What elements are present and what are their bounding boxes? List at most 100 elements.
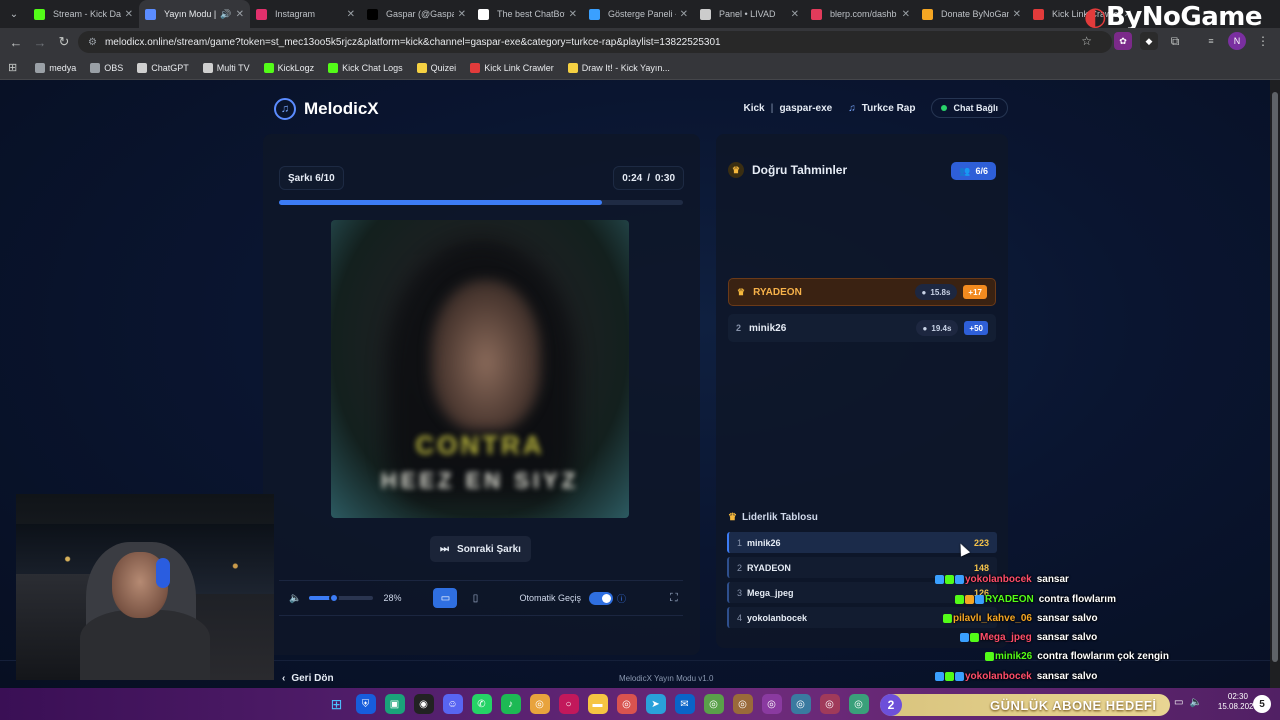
bookmark-item[interactable]: ChatGPT	[137, 62, 189, 73]
tab-list: Stream - Kick Das✕Yayın Modu | Me🔊✕Insta…	[28, 0, 1138, 28]
tab-search-icon[interactable]: ⌄	[0, 0, 28, 28]
tab-close-icon[interactable]: ✕	[458, 9, 466, 20]
start-button[interactable]: ⊞	[327, 694, 347, 714]
github-icon[interactable]: ◉	[413, 694, 434, 714]
outlook-icon[interactable]: ✉	[674, 694, 695, 714]
file-explorer-icon[interactable]: ▬	[587, 694, 608, 714]
auto-advance-toggle[interactable]	[588, 591, 613, 605]
apps-grid-icon[interactable]: ⊞	[8, 61, 17, 74]
tab-close-icon[interactable]: ✕	[236, 9, 244, 20]
tab-close-icon[interactable]: ✕	[347, 9, 355, 20]
browser-tab[interactable]: blerp.com/dashb ✕	[805, 0, 916, 28]
browser-tab[interactable]: The best ChatBot ✕	[472, 0, 583, 28]
instagram-icon	[256, 8, 267, 20]
browser-tab[interactable]: Donate ByNoGam ✕	[916, 0, 1027, 28]
chat-text: sansar salvo	[1036, 671, 1098, 682]
notification-badge[interactable]: 5	[1253, 695, 1271, 713]
next-song-button[interactable]: ⏭ Sonraki Şarkı	[430, 536, 531, 562]
extensions-puzzle-icon[interactable]: ⧉	[1166, 32, 1184, 50]
site-info-icon[interactable]: ⚙	[88, 37, 97, 48]
leaderboard-name: Mega_jpeg	[747, 587, 794, 598]
volume-icon[interactable]: 🔈	[289, 593, 301, 604]
chrome-icon[interactable]: ◎	[529, 694, 550, 714]
whatsapp-icon[interactable]: ✆	[471, 694, 492, 714]
leaderboard-score: 148	[973, 562, 989, 573]
guess-row: 2 minik26 ● 19.4s +50	[728, 314, 996, 342]
chrome-profile-5-icon[interactable]: ◎	[790, 694, 811, 714]
scrollbar-thumb[interactable]	[1272, 92, 1278, 662]
app-green-icon[interactable]: ▣	[384, 694, 405, 714]
extension-shield-icon[interactable]: ◆	[1140, 32, 1158, 50]
bookmark-item[interactable]: Multi TV	[202, 62, 250, 73]
volume-slider[interactable]	[309, 593, 374, 603]
chrome-profile-6-icon[interactable]: ◎	[819, 694, 840, 714]
reload-icon[interactable]: ↻	[52, 30, 76, 54]
chrome-profile-7-icon[interactable]: ◎	[848, 694, 869, 714]
browser-tab[interactable]: Instagram ✕	[250, 0, 361, 28]
speaker-icon[interactable]: 🔈	[1189, 697, 1201, 708]
browser-tab[interactable]: Gösterge Paneli - ✕	[583, 0, 694, 28]
guess-rank: 2	[736, 323, 742, 333]
fullscreen-icon[interactable]: ⛶	[670, 592, 678, 605]
tab-close-icon[interactable]: ✕	[1013, 9, 1021, 20]
bookmark-item[interactable]: Draw It! - Kick Yayın...	[567, 62, 670, 73]
info-icon[interactable]: ⓘ	[617, 592, 626, 605]
forward-nav-icon[interactable]: →	[28, 30, 52, 54]
music-note-icon: ♫	[848, 102, 856, 114]
chrome-profile-icon[interactable]: ◎	[616, 694, 637, 714]
chrome-profile-2-icon[interactable]: ◎	[703, 694, 724, 714]
bookmark-item[interactable]: OBS	[90, 62, 123, 73]
bitwarden-icon[interactable]: ⛨	[355, 694, 376, 714]
volume-knob[interactable]	[328, 593, 339, 603]
spotify-icon[interactable]: ♪	[500, 694, 521, 714]
subscriber-goal-banner: 2 GÜNLÜK ABONE HEDEFİ	[880, 694, 1170, 716]
kick-icon	[263, 62, 274, 73]
bookmark-item[interactable]: KickLogz	[263, 62, 314, 73]
dashboard-icon	[589, 8, 600, 20]
desktop-mode-button[interactable]: ▭	[433, 588, 458, 608]
leaderboard-crown-icon: ♛	[728, 512, 737, 523]
clock[interactable]: 02:30 15.08.2025	[1218, 692, 1258, 712]
telegram-icon[interactable]: ➤	[645, 694, 666, 714]
bookmark-item[interactable]: medya	[35, 62, 76, 73]
mobile-mode-button[interactable]: ▯	[463, 588, 487, 608]
discord-icon[interactable]: ☺	[442, 694, 463, 714]
bookmark-item[interactable]: Quizei	[416, 62, 456, 73]
profile-avatar[interactable]: N	[1228, 32, 1246, 50]
tab-title: Stream - Kick Das	[53, 9, 121, 19]
tab-audio-icon[interactable]: 🔊	[220, 9, 231, 20]
song-counter: Şarkı 6/10	[288, 172, 335, 184]
extension-purple-icon[interactable]: ✿	[1114, 32, 1132, 50]
back-label: Geri Dön	[291, 673, 334, 684]
crawler-icon	[470, 62, 481, 73]
tab-close-icon[interactable]: ✕	[902, 9, 910, 20]
page-scrollbar[interactable]	[1270, 80, 1280, 688]
tab-close-icon[interactable]: ✕	[680, 9, 688, 20]
bookmark-item[interactable]: Kick Link Crawler	[470, 62, 554, 73]
chat-message: pilavlı_kahve_06 sansar salvo	[943, 613, 1098, 624]
toggle-knob	[601, 593, 611, 603]
chrome-profile-4-icon[interactable]: ◎	[761, 694, 782, 714]
bookmark-star-icon[interactable]: ☆	[1081, 34, 1092, 48]
tab-title: Gaspar (@Gaspar	[386, 9, 454, 19]
bookmark-label: Draw It! - Kick Yayın...	[581, 62, 670, 73]
tab-close-icon[interactable]: ✕	[569, 9, 577, 20]
back-nav-icon[interactable]: ←	[4, 30, 28, 54]
badge-icon	[985, 652, 994, 661]
address-bar[interactable]: ⚙ melodicx.online/stream/game?token=st_m…	[78, 31, 1112, 53]
tab-close-icon[interactable]: ✕	[791, 9, 799, 20]
reading-list-icon[interactable]: ≡	[1202, 32, 1220, 50]
browser-tab[interactable]: Panel • LIVAD ✕	[694, 0, 805, 28]
browser-tab[interactable]: Yayın Modu | Me🔊 ✕	[139, 0, 250, 28]
opera-icon[interactable]: ○	[558, 694, 579, 714]
network-icon[interactable]: ▭	[1174, 697, 1183, 708]
tab-close-icon[interactable]: ✕	[125, 9, 133, 20]
browser-tab[interactable]: Stream - Kick Das ✕	[28, 0, 139, 28]
back-button[interactable]: ‹ Geri Dön	[282, 673, 334, 684]
category-item: ♫ Turkce Rap	[848, 103, 915, 114]
browser-menu-icon[interactable]: ⋮	[1254, 32, 1272, 50]
bookmark-item[interactable]: Kick Chat Logs	[328, 62, 403, 73]
browser-tab[interactable]: Gaspar (@Gaspar ✕	[361, 0, 472, 28]
chrome-profile-3-icon[interactable]: ◎	[732, 694, 753, 714]
chat-badges	[960, 633, 979, 642]
